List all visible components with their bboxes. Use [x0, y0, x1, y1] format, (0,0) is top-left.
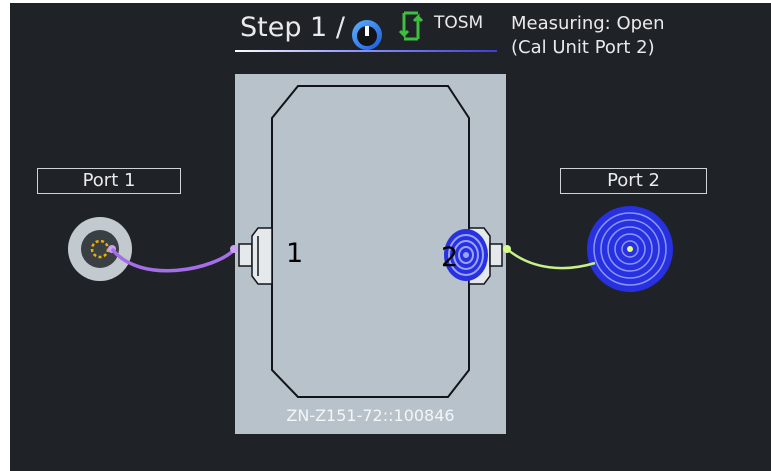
connection-diagram: [68, 85, 673, 398]
port2-cable: [506, 248, 596, 270]
calibration-screen: Step 1 / TOSM Measuring: Open (Cal Unit …: [0, 0, 771, 471]
cal-unit-connector-1-icon: [238, 227, 273, 285]
port1-connector-icon: [68, 217, 132, 281]
cal-unit-port2-number: 2: [441, 242, 459, 273]
cal-unit-port1-number: 1: [286, 238, 304, 269]
port2-connector-icon: [587, 206, 673, 292]
cal-unit-serial: ZN-Z151-72::100846: [286, 406, 455, 425]
